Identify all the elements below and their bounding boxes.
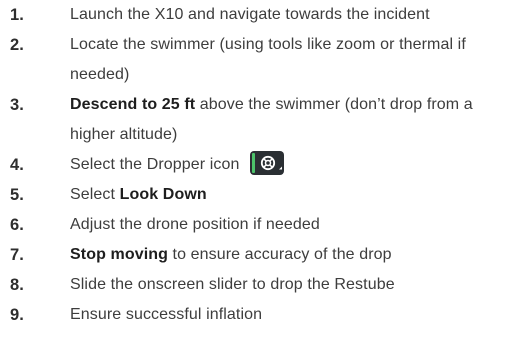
step-item: 3. Descend to 25 ft above the swimmer (d… (10, 90, 520, 150)
step-number: 1. (10, 6, 24, 24)
step-item: 2. Locate the swimmer (using tools like … (10, 30, 520, 90)
step-text: Descend to 25 ft above the swimmer (don’… (70, 96, 473, 143)
step-text: Launch the X10 and navigate towards the … (70, 6, 430, 23)
dropper-buoy-glyph (260, 156, 282, 171)
step-text-segment: Locate the swimmer (using tools like zoo… (70, 36, 466, 83)
step-item: 5. Select Look Down (10, 180, 520, 210)
step-text-emphasis: Descend to 25 ft (70, 96, 196, 113)
step-text: Slide the onscreen slider to drop the Re… (70, 276, 395, 293)
step-number: 4. (10, 156, 24, 174)
step-number: 9. (10, 306, 24, 324)
step-text-segment: Select (70, 186, 120, 203)
step-text: Select the Dropper icon (70, 156, 240, 173)
step-item: 7. Stop moving to ensure accuracy of the… (10, 240, 520, 270)
step-text: Ensure successful inflation (70, 306, 262, 323)
step-text: Select Look Down (70, 186, 207, 203)
step-item: 6. Adjust the drone position if needed (10, 210, 520, 240)
step-text: Locate the swimmer (using tools like zoo… (70, 36, 466, 83)
step-number: 8. (10, 276, 24, 294)
step-text-segment: Select the Dropper icon (70, 156, 240, 173)
step-text: Adjust the drone position if needed (70, 216, 320, 233)
step-number: 7. (10, 246, 24, 264)
step-item: 9. Ensure successful inflation (10, 300, 520, 330)
step-text-segment: Slide the onscreen slider to drop the Re… (70, 276, 395, 293)
step-item: 4. Select the Dropper icon (10, 150, 520, 180)
step-text-segment: Launch the X10 and navigate towards the … (70, 6, 430, 23)
step-number: 5. (10, 186, 24, 204)
step-item: 8. Slide the onscreen slider to drop the… (10, 270, 520, 300)
step-text-emphasis: Stop moving (70, 246, 168, 263)
step-text-segment: Ensure successful inflation (70, 306, 263, 323)
dropper-icon-accent-bar (251, 153, 255, 174)
step-number: 6. (10, 216, 24, 234)
step-text-segment: to ensure accuracy of the drop (167, 246, 392, 263)
step-text-emphasis: Look Down (119, 186, 207, 203)
step-number: 3. (10, 96, 24, 114)
dropper-icon (249, 151, 284, 176)
step-text: Stop moving to ensure accuracy of the dr… (70, 246, 392, 263)
instruction-steps: 1. Launch the X10 and navigate towards t… (10, 0, 520, 330)
step-number: 2. (10, 36, 24, 54)
step-text-segment: Adjust the drone position if needed (70, 216, 320, 233)
step-item: 1. Launch the X10 and navigate towards t… (10, 0, 520, 30)
